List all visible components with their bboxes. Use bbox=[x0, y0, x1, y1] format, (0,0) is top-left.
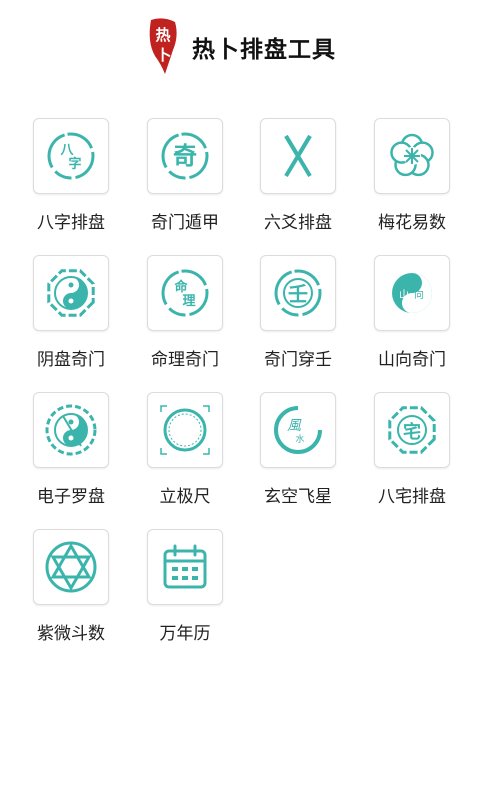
tool-label: 玄空飞星 bbox=[264, 487, 332, 507]
tool-label: 紫微斗数 bbox=[37, 624, 105, 644]
mingli-icon: 命 理 bbox=[161, 269, 209, 317]
tool-label: 立极尺 bbox=[159, 487, 211, 507]
tool-label: 电子罗盘 bbox=[37, 487, 105, 507]
tool-tile[interactable]: 命 理 bbox=[147, 255, 223, 331]
svg-text:風: 風 bbox=[287, 418, 302, 434]
tool-shanxiang[interactable]: 山 向 山向奇门 bbox=[357, 255, 467, 375]
qimen-icon: 奇 bbox=[161, 132, 209, 180]
svg-text:八: 八 bbox=[59, 143, 74, 158]
tool-tile[interactable]: 奇 bbox=[147, 118, 223, 194]
tool-chuanren[interactable]: 壬 奇门穿壬 bbox=[243, 255, 353, 375]
compass-icon bbox=[45, 404, 97, 456]
tool-fengshui[interactable]: 風 水 玄空飞星 bbox=[243, 392, 353, 512]
tool-label: 奇门穿壬 bbox=[264, 350, 332, 370]
tool-mingli[interactable]: 命 理 命理奇门 bbox=[130, 255, 240, 375]
tool-label: 六爻排盘 bbox=[264, 213, 332, 233]
tool-tile[interactable] bbox=[260, 118, 336, 194]
tool-yinpan[interactable]: 阴盘奇门 bbox=[16, 255, 126, 375]
tool-label: 梅花易数 bbox=[378, 213, 446, 233]
tool-tile[interactable]: 宅 bbox=[374, 392, 450, 468]
liuyao-icon bbox=[284, 134, 312, 178]
calendar-icon bbox=[163, 544, 207, 589]
svg-text:字: 字 bbox=[68, 156, 81, 172]
tool-tile[interactable]: 山 向 bbox=[374, 255, 450, 331]
app-title: 热卜排盘工具 bbox=[192, 37, 336, 63]
tool-liuyao[interactable]: 六爻排盘 bbox=[243, 118, 353, 238]
tool-label: 山向奇门 bbox=[378, 350, 446, 370]
plum-blossom-icon bbox=[390, 133, 434, 177]
tool-label: 八字排盘 bbox=[37, 213, 105, 233]
tool-tile[interactable] bbox=[33, 392, 109, 468]
tool-label: 命理奇门 bbox=[151, 350, 219, 370]
ziwei-icon bbox=[45, 541, 97, 593]
svg-text:热: 热 bbox=[155, 26, 170, 44]
tool-tile[interactable]: 八 字 bbox=[33, 118, 109, 194]
svg-text:理: 理 bbox=[182, 294, 195, 309]
svg-text:卜: 卜 bbox=[156, 46, 171, 64]
fengshui-icon: 風 水 bbox=[274, 406, 322, 454]
tool-tile[interactable] bbox=[147, 392, 223, 468]
svg-text:向: 向 bbox=[414, 288, 424, 301]
tool-bazi[interactable]: 八 字 八字排盘 bbox=[16, 118, 126, 238]
app-header: 热 卜 热卜排盘工具 bbox=[0, 0, 480, 96]
tool-tile[interactable]: 風 水 bbox=[260, 392, 336, 468]
tool-calendar[interactable]: 万年历 bbox=[130, 529, 240, 649]
tool-plum-blossom[interactable]: 梅花易数 bbox=[357, 118, 467, 238]
tool-tile[interactable] bbox=[374, 118, 450, 194]
tool-bazhai[interactable]: 宅 八宅排盘 bbox=[357, 392, 467, 512]
chuanren-icon: 壬 bbox=[274, 269, 322, 317]
tool-qimen[interactable]: 奇 奇门遁甲 bbox=[130, 118, 240, 238]
liji-ruler-icon bbox=[160, 405, 210, 455]
svg-text:奇: 奇 bbox=[173, 141, 197, 170]
svg-text:宅: 宅 bbox=[403, 421, 421, 443]
tool-label: 八宅排盘 bbox=[378, 487, 446, 507]
shanxiang-icon: 山 向 bbox=[392, 273, 432, 313]
svg-text:水: 水 bbox=[295, 433, 304, 445]
tool-label: 奇门遁甲 bbox=[151, 213, 219, 233]
tool-ziwei[interactable]: 紫微斗数 bbox=[16, 529, 126, 649]
tool-label: 阴盘奇门 bbox=[37, 350, 105, 370]
tool-tile[interactable] bbox=[33, 255, 109, 331]
tool-tile[interactable] bbox=[33, 529, 109, 605]
tool-tile[interactable] bbox=[147, 529, 223, 605]
tool-label: 万年历 bbox=[159, 624, 211, 644]
svg-text:山: 山 bbox=[399, 289, 409, 301]
svg-text:命: 命 bbox=[173, 279, 188, 295]
app-logo-icon: 热 卜 bbox=[149, 18, 177, 74]
tool-liji-ruler[interactable]: 立极尺 bbox=[130, 392, 240, 512]
tool-tile[interactable]: 壬 bbox=[260, 255, 336, 331]
bazhai-icon: 宅 bbox=[388, 406, 436, 454]
tool-compass[interactable]: 电子罗盘 bbox=[16, 392, 126, 512]
bazi-icon: 八 字 bbox=[47, 132, 95, 180]
yinpan-icon bbox=[47, 269, 95, 317]
svg-text:壬: 壬 bbox=[288, 282, 308, 306]
